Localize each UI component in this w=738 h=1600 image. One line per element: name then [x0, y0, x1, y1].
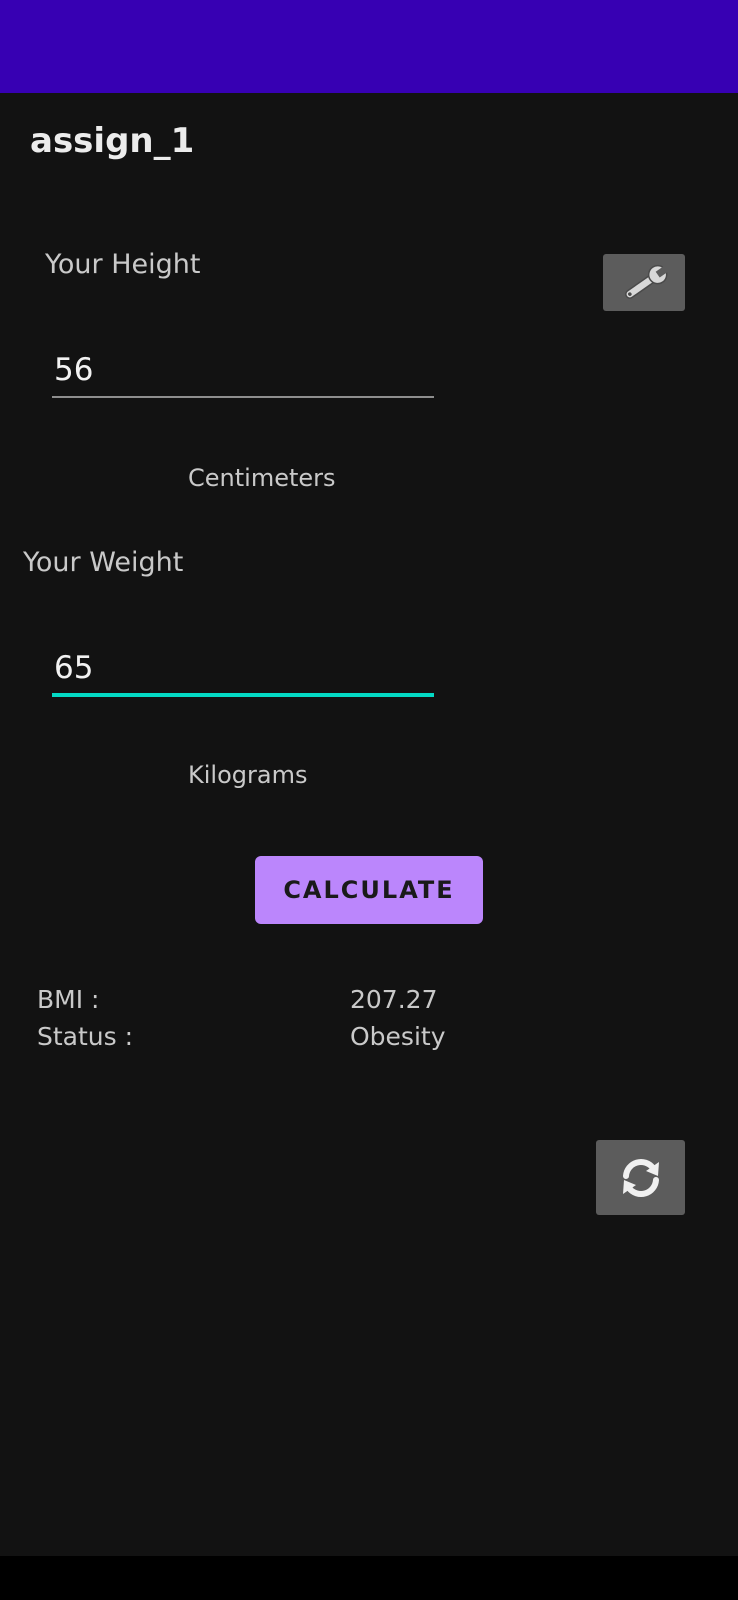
status-label: Status :: [37, 1022, 134, 1051]
bmi-label: BMI :: [37, 985, 100, 1014]
settings-button[interactable]: [603, 254, 685, 311]
height-underline: [52, 396, 434, 398]
height-unit: Centimeters: [188, 464, 336, 492]
app-title: assign_1: [30, 121, 195, 161]
calculate-button[interactable]: CALCULATE: [255, 856, 483, 924]
bmi-value: 207.27: [350, 985, 438, 1014]
weight-field[interactable]: [52, 642, 434, 698]
weight-unit: Kilograms: [188, 761, 308, 789]
height-input[interactable]: [52, 344, 434, 396]
navigation-bar: [0, 1556, 738, 1600]
app-screen: assign_1 Your Height Centimeters Your We…: [0, 0, 738, 1600]
status-bar: [0, 0, 738, 93]
weight-input[interactable]: [52, 642, 434, 694]
reset-button[interactable]: [596, 1140, 685, 1215]
refresh-icon: [617, 1154, 665, 1202]
status-value: Obesity: [350, 1022, 446, 1051]
height-label: Your Height: [45, 249, 201, 280]
wrench-icon: [616, 262, 672, 304]
weight-underline: [52, 693, 434, 697]
weight-label: Your Weight: [23, 547, 184, 578]
height-field[interactable]: [52, 344, 434, 400]
